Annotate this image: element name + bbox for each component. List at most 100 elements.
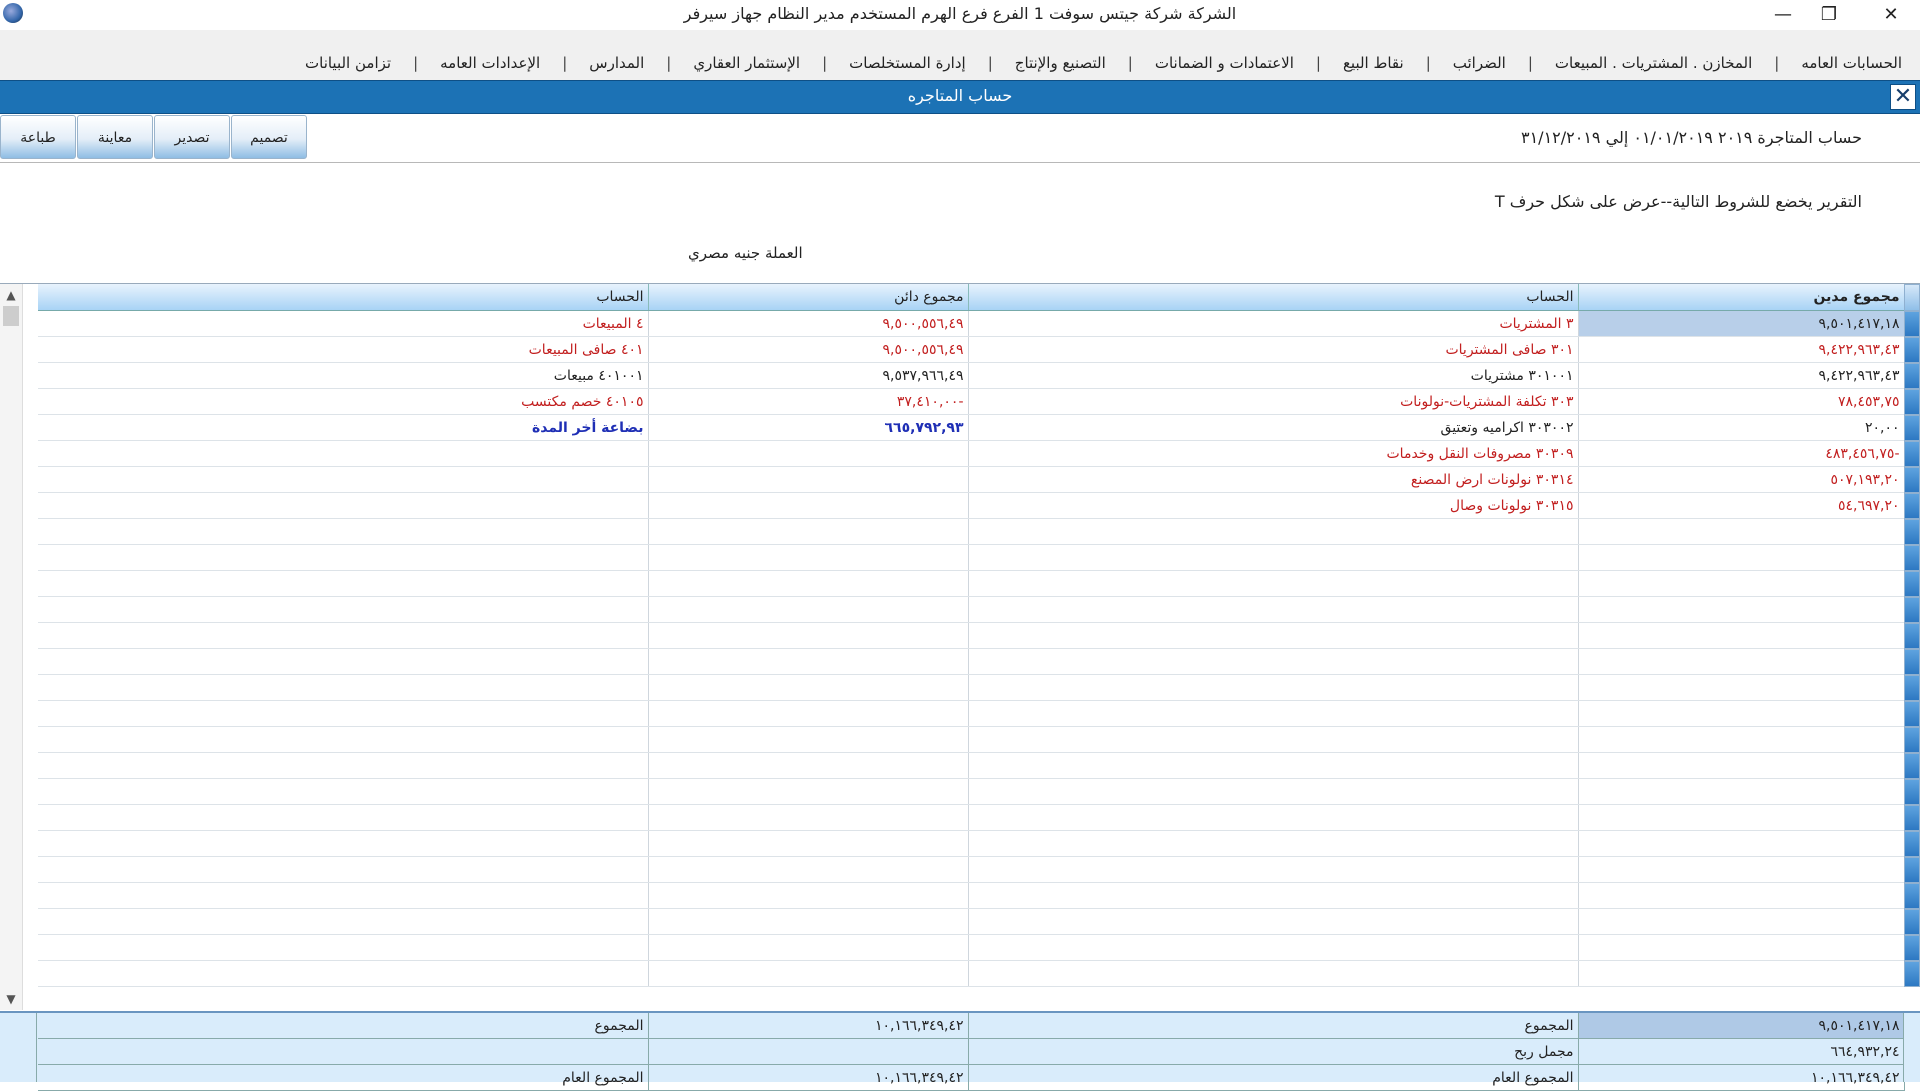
debit-account-cell[interactable]: ٣٠١٠٠١ مشتريات xyxy=(968,362,1579,389)
table-row[interactable]: ٤٠١٠٠١ مبيعات ٩,٥٣٧,٩٦٦,٤٩ ٣٠١٠٠١ مشتريا… xyxy=(38,362,1905,389)
export-button[interactable]: تصدير xyxy=(154,115,230,159)
credit-total-cell[interactable] xyxy=(648,674,969,701)
debit-total-cell[interactable] xyxy=(1578,752,1905,779)
debit-account-cell[interactable]: ٣٠١ صافى المشتريات xyxy=(968,336,1579,363)
credit-total-cell[interactable]: ٩,٥٣٧,٩٦٦,٤٩ xyxy=(648,362,969,389)
table-row[interactable]: بضاعة أخر المدة ٦٦٥,٧٩٢,٩٣ ٣٠٣٠٠٢ اكرامي… xyxy=(38,414,1905,441)
table-row[interactable] xyxy=(38,622,1905,649)
credit-account-cell[interactable] xyxy=(38,492,649,519)
menu-point-of-sale[interactable]: نقاط البيع xyxy=(1341,54,1406,72)
debit-total-cell[interactable] xyxy=(1578,648,1905,675)
credit-total-cell[interactable] xyxy=(648,960,969,987)
debit-total-cell[interactable] xyxy=(1578,700,1905,727)
table-row[interactable] xyxy=(38,648,1905,675)
debit-account-cell[interactable] xyxy=(968,882,1579,909)
credit-total-cell[interactable] xyxy=(648,700,969,727)
credit-total-cell[interactable] xyxy=(648,934,969,961)
credit-total-cell[interactable] xyxy=(648,518,969,545)
table-row[interactable] xyxy=(38,960,1905,987)
row-selector[interactable] xyxy=(1904,935,1920,961)
debit-total-cell[interactable] xyxy=(1578,518,1905,545)
col-debit-account[interactable]: الحساب xyxy=(968,284,1579,311)
table-row[interactable] xyxy=(38,856,1905,883)
row-selector[interactable] xyxy=(1904,415,1920,441)
credit-account-cell[interactable] xyxy=(38,830,649,857)
credit-total-cell[interactable] xyxy=(648,466,969,493)
minimize-button[interactable]: — xyxy=(1760,0,1806,30)
row-selector[interactable] xyxy=(1904,805,1920,831)
credit-total-cell[interactable] xyxy=(648,596,969,623)
credit-account-cell[interactable] xyxy=(38,882,649,909)
table-row[interactable]: ٣٠٣١٤ نولونات ارض المصنع ٥٠٧,١٩٣,٢٠ xyxy=(38,466,1905,493)
debit-account-cell[interactable]: ٣٠٣٠٠٢ اكراميه وتعتيق xyxy=(968,414,1579,441)
table-row[interactable] xyxy=(38,752,1905,779)
menu-manufacturing[interactable]: التصنيع والإنتاج xyxy=(1013,54,1108,72)
row-selector[interactable] xyxy=(1904,467,1920,493)
menu-general-accounts[interactable]: الحسابات العامه xyxy=(1799,54,1904,72)
debit-account-cell[interactable] xyxy=(968,700,1579,727)
credit-account-cell[interactable] xyxy=(38,544,649,571)
row-selector[interactable] xyxy=(1904,363,1920,389)
credit-account-cell[interactable] xyxy=(38,622,649,649)
debit-total-cell[interactable]: ٩,٤٢٢,٩٦٣,٤٣ xyxy=(1578,362,1905,389)
scroll-up-icon[interactable]: ▲ xyxy=(0,284,22,306)
row-selector[interactable] xyxy=(1904,389,1920,415)
table-row[interactable]: ٤٠١ صافى المبيعات ٩,٥٠٠,٥٥٦,٤٩ ٣٠١ صافى … xyxy=(38,336,1905,363)
credit-total-cell[interactable] xyxy=(648,908,969,935)
credit-account-cell[interactable] xyxy=(38,518,649,545)
table-row[interactable] xyxy=(38,830,1905,857)
credit-account-cell[interactable] xyxy=(38,908,649,935)
table-row[interactable] xyxy=(38,544,1905,571)
debit-total-cell[interactable] xyxy=(1578,804,1905,831)
restore-button[interactable]: ❐ xyxy=(1806,0,1852,30)
debit-account-cell[interactable]: ٣٠٣٠٩ مصروفات النقل وخدمات xyxy=(968,440,1579,467)
credit-account-cell[interactable] xyxy=(38,440,649,467)
col-credit-account[interactable]: الحساب xyxy=(38,284,649,311)
debit-total-cell[interactable]: ٥٤,٦٩٧,٢٠ xyxy=(1578,492,1905,519)
debit-account-cell[interactable] xyxy=(968,934,1579,961)
credit-total-cell[interactable]: ٣٧,٤١٠,٠٠- xyxy=(648,388,969,415)
row-selector[interactable] xyxy=(1904,623,1920,649)
credit-account-cell[interactable] xyxy=(38,960,649,987)
debit-total-cell[interactable]: ٤٨٣,٤٥٦,٧٥- xyxy=(1578,440,1905,467)
credit-total-cell[interactable] xyxy=(648,544,969,571)
debit-account-cell[interactable]: ٣٠٣١٥ نولونات وصال xyxy=(968,492,1579,519)
print-button[interactable]: طباعة xyxy=(0,115,76,159)
vertical-scrollbar[interactable]: ▲ ▼ xyxy=(0,284,23,1010)
debit-total-cell[interactable]: ٩,٥٠١,٤١٧,١٨ xyxy=(1578,310,1905,337)
debit-total-cell[interactable] xyxy=(1578,960,1905,987)
table-row[interactable] xyxy=(38,934,1905,961)
table-row[interactable]: ٣٠٣٠٩ مصروفات النقل وخدمات ٤٨٣,٤٥٦,٧٥- xyxy=(38,440,1905,467)
debit-total-cell[interactable]: ٥٠٧,١٩٣,٢٠ xyxy=(1578,466,1905,493)
col-debit-total[interactable]: مجموع مدين xyxy=(1578,284,1905,311)
menu-data-sync[interactable]: تزامن البيانات xyxy=(303,54,393,72)
debit-account-cell[interactable] xyxy=(968,544,1579,571)
table-row[interactable]: ٤٠١٠٥ خصم مكتسب ٣٧,٤١٠,٠٠- ٣٠٣ تكلفة الم… xyxy=(38,388,1905,415)
debit-total-cell[interactable] xyxy=(1578,934,1905,961)
credit-total-cell[interactable] xyxy=(648,492,969,519)
credit-account-cell[interactable] xyxy=(38,778,649,805)
menu-extracts-management[interactable]: إدارة المستخلصات xyxy=(847,54,968,72)
row-selector[interactable] xyxy=(1904,831,1920,857)
debit-account-cell[interactable] xyxy=(968,570,1579,597)
debit-account-cell[interactable]: ٣ المشتريات xyxy=(968,310,1579,337)
table-row[interactable] xyxy=(38,570,1905,597)
row-selector[interactable] xyxy=(1904,597,1920,623)
debit-account-cell[interactable] xyxy=(968,752,1579,779)
debit-total-cell[interactable]: ٢٠,٠٠ xyxy=(1578,414,1905,441)
row-selector[interactable] xyxy=(1904,909,1920,935)
debit-total-cell[interactable]: ٩,٤٢٢,٩٦٣,٤٣ xyxy=(1578,336,1905,363)
debit-account-cell[interactable] xyxy=(968,596,1579,623)
credit-account-cell[interactable] xyxy=(38,596,649,623)
menu-credits-guarantees[interactable]: الاعتمادات و الضمانات xyxy=(1153,54,1296,72)
table-row[interactable]: ٣٠٣١٥ نولونات وصال ٥٤,٦٩٧,٢٠ xyxy=(38,492,1905,519)
debit-account-cell[interactable]: ٣٠٣ تكلفة المشتريات-نولونات xyxy=(968,388,1579,415)
credit-total-cell[interactable] xyxy=(648,648,969,675)
row-selector[interactable] xyxy=(1904,519,1920,545)
credit-total-cell[interactable] xyxy=(648,622,969,649)
debit-account-cell[interactable] xyxy=(968,726,1579,753)
credit-total-cell[interactable]: ٩,٥٠٠,٥٥٦,٤٩ xyxy=(648,310,969,337)
debit-account-cell[interactable] xyxy=(968,674,1579,701)
credit-total-cell[interactable] xyxy=(648,570,969,597)
debit-account-cell[interactable]: ٣٠٣١٤ نولونات ارض المصنع xyxy=(968,466,1579,493)
